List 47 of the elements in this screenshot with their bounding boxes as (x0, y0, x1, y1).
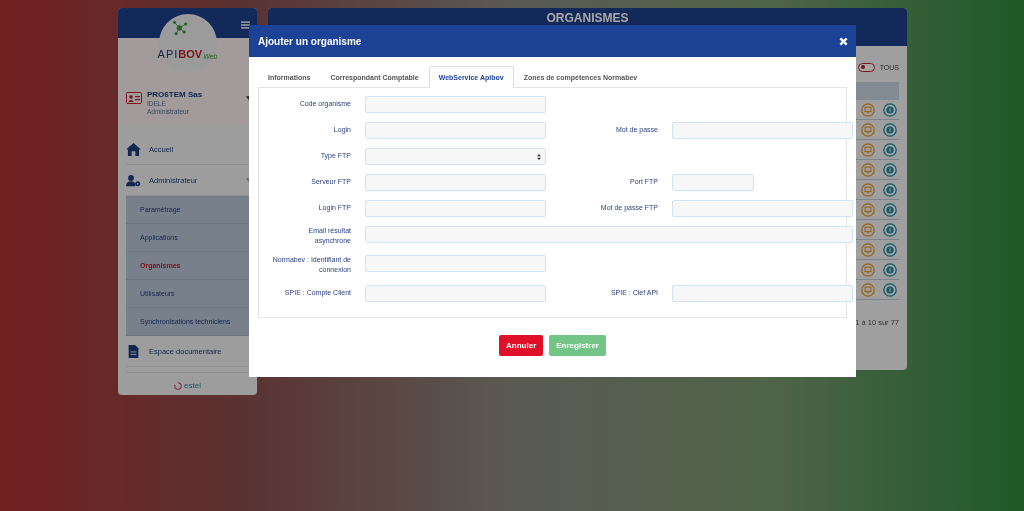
page-title: ORGANISMES (546, 11, 629, 27)
info-icon[interactable] (883, 202, 897, 217)
sort-icon (537, 153, 541, 160)
info-icon[interactable] (883, 222, 897, 237)
info-icon[interactable] (883, 122, 897, 137)
info-icon[interactable] (883, 142, 897, 157)
caret-icon (246, 96, 251, 100)
action-button[interactable]: Annuler (499, 334, 544, 356)
input-field[interactable] (672, 174, 754, 191)
input-field[interactable] (365, 284, 546, 302)
info-icon[interactable] (883, 262, 897, 277)
info-icon[interactable] (883, 182, 897, 197)
modal-title: Ajouter un organisme (258, 35, 362, 47)
document-icon (126, 344, 141, 358)
monitor-icon[interactable] (861, 122, 875, 137)
monitor-icon[interactable] (861, 102, 875, 117)
close-icon[interactable] (839, 36, 848, 46)
menu-icon[interactable] (241, 21, 250, 29)
user-name: PRO6TEM Sas (147, 90, 204, 99)
input-field[interactable] (365, 96, 546, 113)
input-field[interactable] (365, 174, 546, 191)
input-field[interactable] (672, 122, 853, 139)
input-field[interactable] (365, 122, 546, 139)
input-field[interactable] (672, 200, 853, 217)
monitor-icon[interactable] (861, 262, 875, 277)
info-icon[interactable] (883, 162, 897, 177)
caret-icon (246, 178, 251, 182)
input-field[interactable] (672, 284, 853, 302)
info-icon[interactable] (883, 102, 897, 117)
footer-logo: estel (174, 381, 201, 390)
id-card-icon (126, 92, 142, 104)
info-icon[interactable] (883, 242, 897, 257)
monitor-icon[interactable] (861, 202, 875, 217)
toggle-switch[interactable] (857, 62, 875, 72)
monitor-icon[interactable] (861, 162, 875, 177)
home-icon (126, 142, 141, 156)
monitor-icon[interactable] (861, 182, 875, 197)
monitor-icon[interactable] (861, 142, 875, 157)
select-field[interactable] (365, 148, 546, 165)
monitor-icon[interactable] (861, 242, 875, 257)
input-field[interactable] (365, 200, 546, 217)
monitor-icon[interactable] (861, 282, 875, 297)
monitor-icon[interactable] (861, 222, 875, 237)
input-field[interactable] (365, 226, 853, 243)
user-gear-icon (126, 173, 141, 187)
input-field[interactable] (365, 255, 546, 273)
info-icon[interactable] (883, 282, 897, 297)
